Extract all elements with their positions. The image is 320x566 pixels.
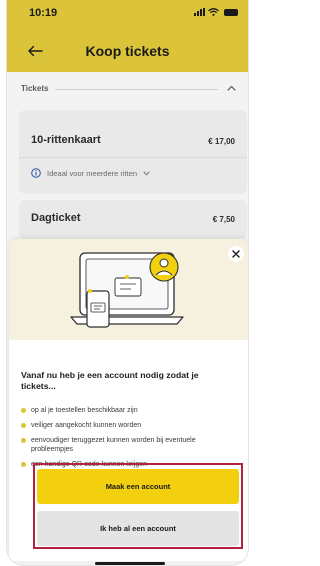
wifi-icon (208, 8, 219, 16)
home-indicator (95, 562, 165, 565)
illustration-area (9, 239, 248, 340)
info-icon (31, 168, 41, 178)
benefits-list: op al je toestellen beschikbaar zijn vei… (21, 406, 235, 469)
bullet (21, 408, 26, 413)
ticket-name: 10-rittenkaart (31, 134, 101, 146)
status-time: 10:19 (29, 7, 58, 19)
ticket-info-text: Ideaal voor meerdere ritten (47, 168, 138, 178)
signal-icon (194, 8, 205, 16)
close-icon (232, 250, 240, 258)
section-divider (55, 89, 218, 90)
chevron-up-icon[interactable] (227, 85, 236, 91)
tickets-section-header[interactable]: Tickets (7, 76, 248, 98)
ticket-card-dagticket[interactable]: Dagticket € 7,50 (19, 200, 247, 240)
ticket-price: € 17,00 (208, 137, 235, 146)
bullet (21, 438, 26, 443)
benefit-text: eenvoudiger teruggezet kunnen worden bij… (31, 437, 196, 453)
benefit-item: eenvoudiger teruggezet kunnen worden bij… (21, 436, 235, 454)
devices-illustration (70, 252, 184, 328)
benefit-text: op al je toestellen beschikbaar zijn (31, 407, 138, 414)
ticket-name: Dagticket (31, 212, 81, 224)
benefit-item: op al je toestellen beschikbaar zijn (21, 406, 235, 415)
benefit-item: veiliger aangekocht kunnen worden (21, 421, 235, 430)
battery-icon (224, 8, 238, 16)
benefit-text: veiliger aangekocht kunnen worden (31, 422, 142, 429)
bullet (21, 462, 26, 467)
app-header: 10:19 Koop tickets (7, 0, 248, 72)
chevron-down-icon (143, 171, 150, 175)
section-label: Tickets (21, 84, 49, 93)
bullet (21, 423, 26, 428)
ticket-info-toggle[interactable]: Ideaal voor meerdere ritten (31, 168, 150, 178)
highlight-box (33, 463, 243, 549)
ticket-price: € 7,50 (212, 215, 235, 224)
close-button[interactable] (228, 246, 244, 262)
app-frame: 10:19 Koop tickets Tickets 10-rittenkaar… (0, 0, 255, 566)
page-title: Koop tickets (85, 43, 170, 59)
sheet-heading: Vanaf nu heb je een account nodig zodat … (21, 370, 199, 391)
status-icons (194, 8, 238, 16)
ticket-card-10-rittenkaart[interactable]: 10-rittenkaart € 17,00 Ideaal voor meerd… (19, 110, 247, 194)
card-divider (19, 157, 247, 158)
status-bar: 10:19 (7, 0, 248, 26)
